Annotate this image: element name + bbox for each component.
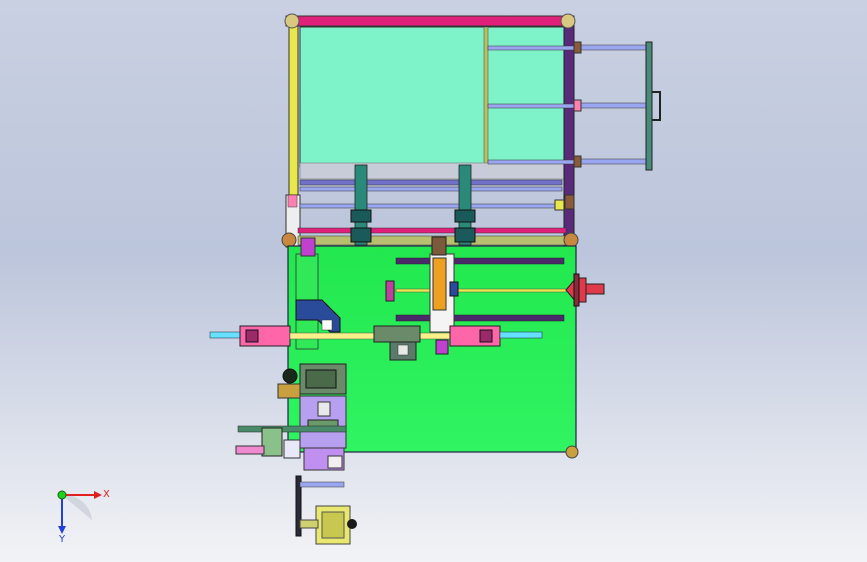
left-column-purple: [300, 237, 316, 257]
hopper-gray-band: [299, 162, 567, 180]
slide-rod-1: [299, 179, 563, 186]
assembly-drawing: X Y: [57, 13, 661, 545]
screw-shaft: [395, 288, 567, 293]
corner-bolt-br: [565, 445, 579, 459]
corner-bolt-tl: [284, 13, 300, 29]
pink-stub: [235, 445, 265, 455]
support-bar: [432, 257, 447, 311]
left-post-pink: [287, 194, 298, 208]
corner-bolt-mr: [563, 232, 579, 248]
slide-rod-2: [299, 186, 563, 192]
carriage-top-block: [431, 236, 447, 256]
small-shaft: [299, 481, 345, 488]
cad-viewport[interactable]: X Y: [0, 0, 867, 562]
output-shaft: [237, 425, 347, 433]
x-axis-label: X: [103, 489, 110, 500]
left-rail: [288, 25, 299, 197]
mid-block: [373, 325, 421, 343]
y-axis-label: Y: [58, 534, 66, 545]
axis-triad: X Y: [57, 489, 110, 545]
linear-rail-bottom: [395, 314, 565, 322]
drive-assembly: [235, 363, 357, 545]
slide-rod-3: [299, 203, 563, 209]
corner-bolt-ml: [281, 232, 297, 248]
hopper-frame: [281, 13, 661, 248]
top-rail: [285, 15, 575, 27]
linear-rail-top: [395, 257, 565, 265]
cylinder-rod-right: [499, 331, 543, 339]
motor-flange: [261, 427, 283, 457]
lower-crossbar: [297, 227, 567, 234]
hopper-panel-divider: [483, 26, 489, 178]
corner-bolt-tr: [560, 13, 576, 29]
pulley-left: [277, 383, 301, 399]
bearing-left: [385, 280, 395, 302]
right-rail: [563, 25, 575, 247]
